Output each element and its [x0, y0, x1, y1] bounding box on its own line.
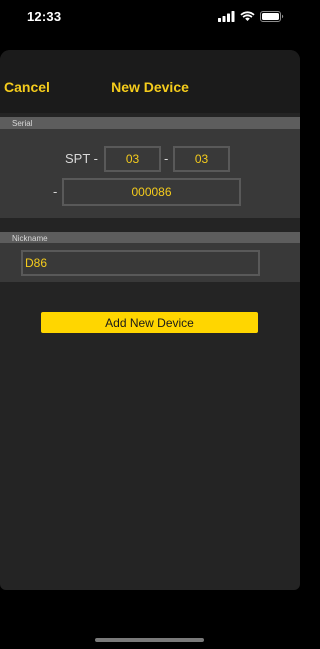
- signal-icon: [218, 11, 235, 22]
- serial-prefix-label: SPT -: [65, 151, 98, 166]
- serial-separator-1: -: [164, 151, 169, 166]
- battery-icon: [260, 11, 284, 22]
- status-icons: [218, 11, 284, 22]
- serial-separator-2: -: [53, 184, 58, 199]
- add-new-device-button[interactable]: Add New Device: [41, 312, 258, 333]
- status-bar: 12:33: [0, 0, 300, 32]
- nickname-section: D86: [0, 243, 300, 282]
- serial-field-2[interactable]: 03: [173, 146, 230, 172]
- page-title: New Device: [111, 79, 189, 95]
- new-device-sheet: Cancel New Device Serial SPT - 03 - 03 -…: [0, 50, 300, 590]
- serial-section: SPT - 03 - 03 - 000086: [0, 129, 300, 218]
- status-time: 12:33: [27, 9, 62, 24]
- serial-field-1[interactable]: 03: [104, 146, 161, 172]
- home-indicator[interactable]: [95, 638, 204, 642]
- serial-field-3[interactable]: 000086: [62, 178, 241, 206]
- wifi-icon: [240, 11, 255, 21]
- navigation-bar: Cancel New Device: [0, 50, 300, 113]
- nickname-input[interactable]: D86: [21, 250, 260, 276]
